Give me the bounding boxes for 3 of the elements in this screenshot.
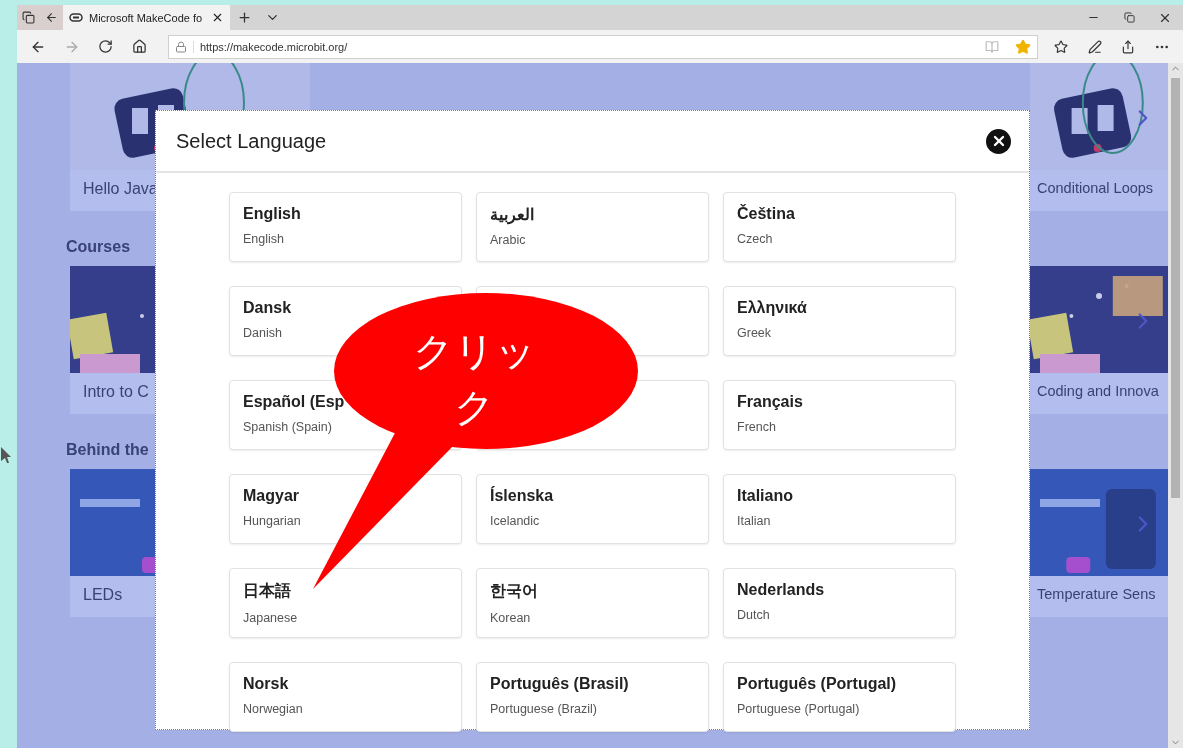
section-heading: Courses <box>66 237 131 257</box>
section-heading: Behind the <box>66 440 149 460</box>
dialog-title: Select Language <box>176 129 327 153</box>
